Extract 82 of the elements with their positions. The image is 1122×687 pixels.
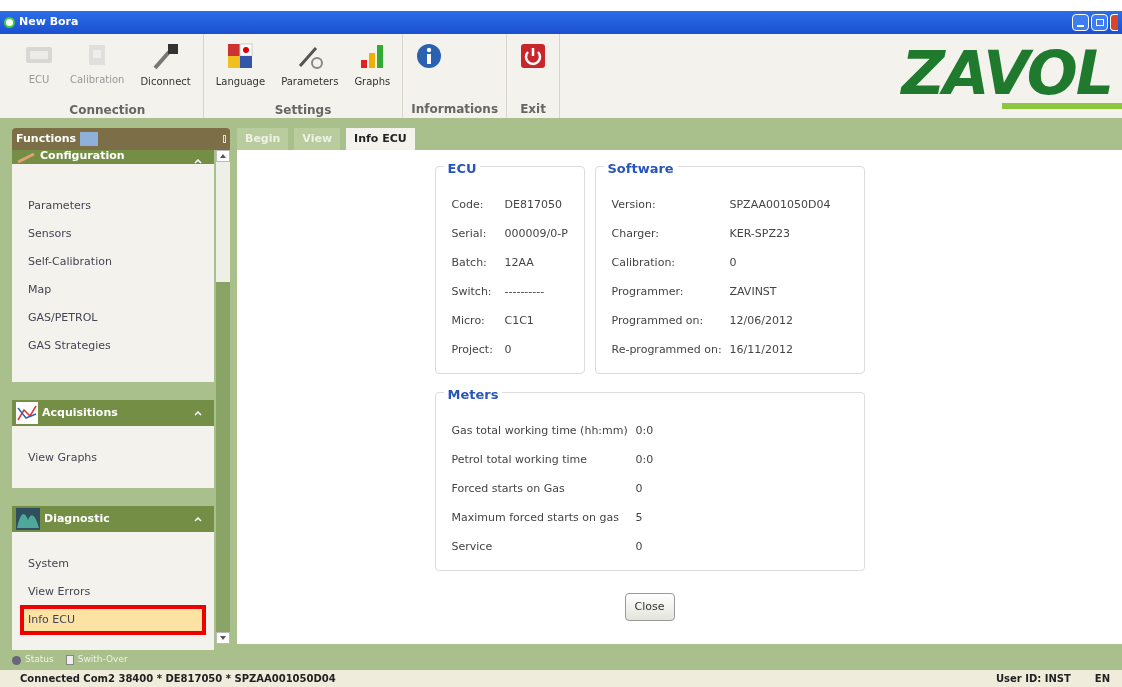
field-value: 000009/0-P [504,226,568,243]
scrollbar[interactable] [216,150,230,644]
nav-item[interactable]: GAS/PETROL [24,304,202,332]
field-value: 0 [729,255,737,272]
nav-item[interactable]: Map [24,276,202,304]
nav-item[interactable]: Self-Calibration [24,248,202,276]
section-header[interactable]: Acquisitions [12,400,214,426]
field-value: 16/11/2012 [729,342,793,359]
field-label: Petrol total working time [451,452,588,469]
functions-icon [80,132,99,146]
field-label: Calibration: [611,255,677,272]
field-label: Maximum forced starts on gas [451,510,620,527]
section-header[interactable]: Diagnostic [12,506,214,532]
chevron-up-icon [194,159,202,164]
field-value: 12AA [504,255,534,272]
field-value: C1C1 [504,313,534,330]
power-icon [519,42,548,70]
field-value: ZAVINST [729,284,777,301]
section-title: Acquisitions [42,404,118,421]
field-value: SPZAA001050D04 [729,197,831,214]
logo: ZAVOL [901,43,1113,103]
field-value: ---------- [504,284,545,301]
field-value: 0 [635,539,643,556]
restore-button[interactable] [1091,14,1108,31]
nav-item[interactable]: GAS Strategies [24,332,202,360]
wave-icon [16,508,40,530]
field-label: Switch: [451,284,493,301]
field-value: 12/06/2012 [729,313,793,330]
app-icon [4,17,15,28]
language-code: EN [1094,672,1110,686]
field-label: Programmer: [611,284,685,301]
close-button[interactable]: Close [624,593,675,621]
connection-status: Connected Com2 38400 * DE817050 * SPZAA001050D04 [20,672,336,686]
section-header[interactable]: Configuration [12,150,214,164]
field-label: Re-programmed on: [611,342,723,359]
field-value: 0 [635,481,643,498]
field-label: Batch: [451,255,488,272]
field-value: 0:0 [635,452,654,469]
nav-item[interactable]: Sensors [24,220,202,248]
flags-icon [226,42,255,70]
nav-item[interactable]: Parameters [24,192,202,220]
field-value: 5 [635,510,643,527]
minimize-button[interactable] [1072,14,1089,31]
ribbon-button[interactable]: Graphs [350,42,395,89]
ribbon-button[interactable]: Diconnect [136,42,195,89]
field-label: Code: [451,197,485,214]
page-icon [65,655,74,665]
field-value: DE817050 [504,197,562,214]
nav-item[interactable]: View Errors [24,578,202,606]
panel-title: Functions [16,130,77,147]
graph-icon [16,402,38,424]
tab[interactable]: Info ECU [346,128,415,150]
field-label: Forced starts on Gas [451,481,566,498]
close-window-button[interactable] [1110,14,1118,31]
field-label: Programmed on: [611,313,705,330]
group-label: Settings [273,102,333,118]
chevron-up-icon [194,516,202,522]
field-label: Version: [611,197,657,214]
scroll-down-icon [216,632,230,644]
scroll-thumb[interactable] [216,282,230,632]
section-title: Diagnostic [44,510,110,527]
ribbon-button[interactable]: Language [211,42,270,89]
info-icon [415,42,444,70]
field-label: Gas total working time (hh:mm) [451,423,629,440]
field-label: Charger: [611,226,660,243]
field-value: 0:0 [635,423,654,440]
group-label: Connection [68,102,147,118]
field-label: Project: [451,342,494,359]
field-label: Serial: [451,226,488,243]
group-label: Informations [411,101,499,118]
field-label: Micro: [451,313,486,330]
nav-item[interactable]: System [24,550,202,578]
ribbon-button[interactable]: Parameters [277,42,343,89]
field-value: KER-SPZ23 [729,226,790,243]
group-label: Exit [519,101,547,118]
user-id: User ID: INST [995,672,1071,686]
field-label: Service [451,539,494,556]
section-title: Configuration [40,150,125,164]
field-value: 0 [504,342,512,359]
window-title: New Bora [19,14,79,31]
scroll-up-icon [216,150,230,162]
chevron-up-icon [194,410,202,416]
